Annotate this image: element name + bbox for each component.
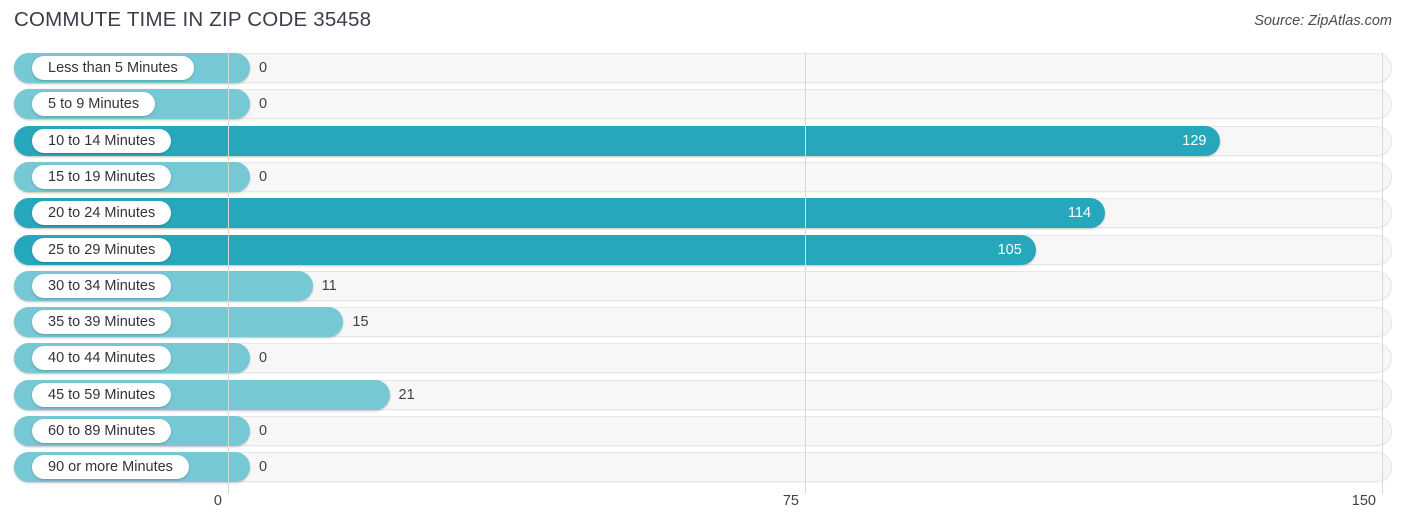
bar-label: Less than 5 Minutes	[32, 56, 194, 80]
source-attribution: Source: ZipAtlas.com	[1254, 13, 1392, 29]
bar-value-label: 129	[1182, 132, 1207, 149]
bar-value-label: 0	[259, 168, 268, 185]
chart-row[interactable]: 5 to 9 Minutes 0	[14, 89, 1392, 120]
axis-tick-label: 0	[213, 493, 222, 509]
bar-label: 15 to 19 Minutes	[32, 164, 172, 189]
chart-row[interactable]: 25 to 29 Minutes 105	[14, 234, 1392, 265]
bar-label: 30 to 34 Minutes	[32, 273, 172, 298]
page-title: COMMUTE TIME IN ZIP CODE 35458	[14, 8, 372, 31]
chart-row[interactable]: 35 to 39 Minutes 15	[14, 307, 1392, 338]
bar-value-label: 0	[259, 423, 268, 439]
chart-root: COMMUTE TIME IN ZIP CODE 35458 Source: Z…	[0, 0, 1406, 523]
axis-tick-mark	[228, 484, 229, 494]
axis-tick-mark	[805, 484, 806, 494]
bar-label: 90 or more Minutes	[32, 455, 189, 480]
bar[interactable]	[14, 198, 1106, 229]
bar-label: 25 to 29 Minutes	[32, 237, 172, 262]
x-axis: 0 75 150	[0, 484, 1406, 523]
bar-value-label: 11	[321, 277, 337, 294]
bar-label: 5 to 9 Minutes	[32, 92, 156, 117]
bar-label: 20 to 24 Minutes	[32, 201, 172, 226]
bar-label: 60 to 89 Minutes	[32, 419, 172, 443]
bar-label: 35 to 39 Minutes	[32, 310, 172, 335]
chart-row[interactable]: 90 or more Minutes 0	[14, 452, 1392, 483]
bar-label: 10 to 14 Minutes	[32, 128, 172, 153]
bar-value-label: 114	[1067, 205, 1092, 222]
chart-row[interactable]: Less than 5 Minutes 0	[14, 53, 1392, 83]
bar-value-label: 0	[259, 96, 268, 113]
bar-value-label: 105	[997, 241, 1022, 258]
bar-value-label: 0	[259, 459, 268, 476]
chart-row[interactable]: 20 to 24 Minutes 114	[14, 198, 1392, 229]
bar-label: 40 to 44 Minutes	[32, 346, 172, 371]
plot-area: Less than 5 Minutes 0 5 to 9 Minutes 0 10 to…	[0, 52, 1406, 484]
bar-value-label: 0	[259, 60, 268, 76]
bar-value-label: 21	[398, 386, 415, 403]
chart-row[interactable]: 15 to 19 Minutes 0	[14, 161, 1392, 192]
chart-row[interactable]: 45 to 59 Minutes 21	[14, 379, 1392, 410]
bar-label: 45 to 59 Minutes	[32, 382, 172, 407]
bar-value-label: 15	[352, 314, 369, 331]
bar[interactable]	[14, 125, 1221, 156]
axis-tick-label: 150	[1351, 493, 1376, 509]
chart-row[interactable]: 40 to 44 Minutes 0	[14, 343, 1392, 374]
chart-row[interactable]: 30 to 34 Minutes 11	[14, 270, 1392, 301]
bar-value-label: 0	[259, 350, 268, 367]
axis-tick-mark	[1382, 484, 1383, 494]
chart-row[interactable]: 10 to 14 Minutes 129	[14, 125, 1392, 156]
axis-tick-label: 75	[782, 493, 799, 509]
chart-row[interactable]: 60 to 89 Minutes 0	[14, 416, 1392, 446]
